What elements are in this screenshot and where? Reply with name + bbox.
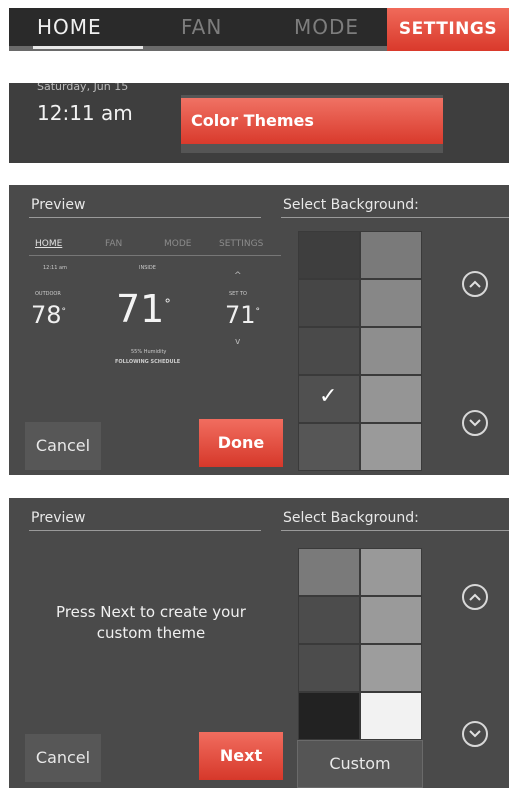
preview-heading: Preview (31, 510, 86, 526)
custom-swatch-grid (298, 548, 423, 740)
swatch-2-1[interactable] (298, 596, 360, 644)
swatch-black[interactable] (298, 692, 360, 740)
mini-set-to-label: SET TO (229, 291, 247, 297)
top-nav-bar: HOME FAN MODE SETTINGS (9, 8, 509, 51)
mini-inside-label: INSIDE (139, 265, 156, 271)
swatch-1-1[interactable] (298, 231, 360, 279)
tab-home[interactable]: HOME (37, 8, 102, 46)
tab-fan[interactable]: FAN (181, 8, 222, 46)
swatch-1-2[interactable] (360, 231, 422, 279)
mini-tab-mode: MODE (164, 239, 192, 249)
swatch-2-2[interactable] (360, 596, 422, 644)
mini-setpoint-temp: 71° (225, 301, 261, 329)
custom-button[interactable]: Custom (297, 740, 423, 788)
swatch-white[interactable] (360, 692, 422, 740)
mini-tab-home: HOME (35, 239, 63, 249)
next-button[interactable]: Next (199, 732, 283, 780)
preview-heading: Preview (31, 197, 86, 213)
swatch-4-2[interactable] (360, 375, 422, 423)
custom-theme-panel: Preview Select Background: Press Next to… (9, 498, 509, 788)
swatch-3-2[interactable] (360, 644, 422, 692)
swatch-3-2[interactable] (360, 327, 422, 375)
tab-mode[interactable]: MODE (294, 8, 359, 46)
chevron-up-icon[interactable] (462, 584, 488, 610)
mini-tab-settings: SETTINGS (219, 239, 264, 249)
background-preview-panel: Preview Select Background: HOME FAN MODE… (9, 185, 509, 475)
mini-indoor-temp: 71° (116, 287, 171, 331)
date-label: Saturday, Jun 15 (37, 83, 129, 93)
mini-time: 12:11 am (43, 265, 67, 271)
mini-outdoor-label: OUTDOOR (35, 291, 61, 297)
swatch-3-1[interactable] (298, 644, 360, 692)
time-label: 12:11 am (37, 101, 133, 125)
swatch-1-1[interactable] (298, 548, 360, 596)
preview-divider (29, 530, 261, 531)
background-swatch-grid: ✓ (298, 231, 423, 475)
mini-tab-fan: FAN (105, 239, 123, 249)
select-background-divider (281, 530, 509, 531)
tab-settings[interactable]: SETTINGS (387, 8, 509, 51)
chevron-down-icon[interactable] (462, 721, 488, 747)
mini-up-arrow: ^ (234, 271, 242, 281)
cancel-button[interactable]: Cancel (25, 734, 101, 782)
swatch-5-1[interactable] (298, 423, 360, 471)
settings-menu-strip: Saturday, Jun 15 12:11 am Color Themes (9, 83, 509, 163)
swatch-1-2[interactable] (360, 548, 422, 596)
checkmark-icon: ✓ (319, 384, 338, 409)
select-background-divider (281, 217, 509, 218)
chevron-down-icon[interactable] (462, 410, 488, 436)
swatch-3-1[interactable] (298, 327, 360, 375)
active-tab-indicator (33, 46, 143, 49)
select-background-heading: Select Background: (283, 510, 419, 526)
color-themes-button[interactable]: Color Themes (181, 98, 443, 144)
mini-humidity: 55% Humidity (131, 349, 167, 355)
swatch-4-1[interactable]: ✓ (298, 375, 360, 423)
preview-divider (29, 217, 261, 218)
select-background-heading: Select Background: (283, 197, 419, 213)
swatch-2-1[interactable] (298, 279, 360, 327)
chevron-up-icon[interactable] (462, 271, 488, 297)
swatch-2-2[interactable] (360, 279, 422, 327)
custom-theme-message: Press Next to create your custom theme (56, 603, 246, 642)
mini-down-arrow: v (235, 337, 241, 347)
mini-schedule: FOLLOWING SCHEDULE (115, 359, 181, 365)
swatch-5-2[interactable] (360, 423, 422, 471)
mini-preview-screen: HOME FAN MODE SETTINGS 12:11 am INSIDE ^… (29, 233, 281, 383)
cancel-button[interactable]: Cancel (25, 422, 101, 470)
mini-outdoor-temp: 78° (31, 301, 67, 329)
done-button[interactable]: Done (199, 419, 283, 467)
mini-nav-line (29, 255, 281, 256)
